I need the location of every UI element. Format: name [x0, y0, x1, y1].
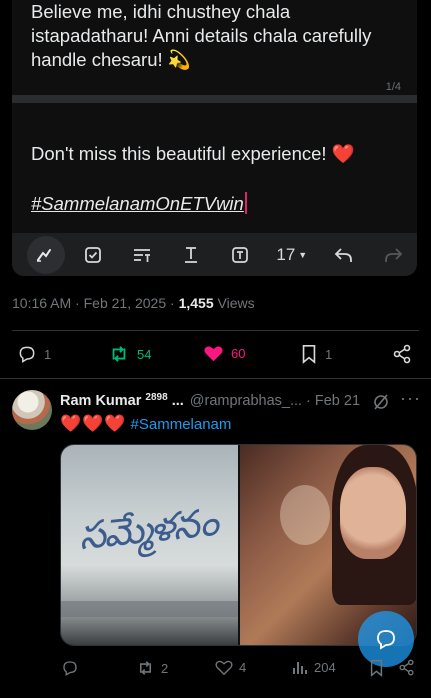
share-button[interactable] — [392, 344, 419, 364]
editor-toolbar: 17 ▼ — [12, 233, 417, 276]
repost-icon — [112, 346, 126, 362]
bookmark-count: 1 — [325, 346, 333, 362]
note-hashtag[interactable]: #SammelanamOnETVwin — [31, 192, 247, 215]
heart-filled-icon — [204, 346, 223, 362]
reply-actions: 2 4 204 — [0, 656, 431, 680]
checkbox-icon — [85, 246, 102, 263]
reply-views-count: 204 — [314, 659, 336, 675]
dot-separator: · — [306, 392, 311, 409]
reply-views-button[interactable]: 204 — [292, 659, 336, 675]
note-card: Believe me, idhi chusthey chala istapada… — [12, 0, 417, 276]
font-size-select[interactable]: 17 ▼ — [264, 245, 319, 265]
views-count: 1,455 — [178, 295, 214, 311]
note-paragraph-1[interactable]: Believe me, idhi chusthey chala istapada… — [31, 0, 406, 72]
reply-handle[interactable]: @ramprabhas_... — [190, 393, 302, 409]
reply-header: Ram Kumar 2898 ... @ramprabhas_... · Feb… — [60, 392, 360, 409]
author-superscript: 2898 — [145, 392, 168, 403]
pen-icon — [37, 248, 52, 262]
share-icon — [399, 659, 414, 676]
repost-count: 54 — [137, 346, 152, 362]
text-box-icon — [232, 246, 248, 263]
page-divider — [12, 95, 417, 103]
post-time: 10:16 AM — [12, 295, 72, 311]
undo-button[interactable] — [319, 233, 368, 276]
analytics-icon — [293, 662, 307, 674]
light-blur — [280, 485, 330, 545]
reply-author-name[interactable]: Ram Kumar 2898 ... — [60, 392, 184, 409]
undo-icon — [334, 247, 352, 262]
bookmark-button[interactable]: 1 — [300, 344, 332, 364]
text-cursor — [244, 192, 247, 214]
repost-button[interactable]: 54 — [108, 344, 151, 364]
note-hashtag-text: #SammelanamOnETVwin — [31, 193, 244, 214]
chevron-down-icon: ▼ — [298, 249, 308, 260]
reply-repost-count: 2 — [161, 660, 169, 676]
hearts-emoji: ❤️❤️❤️ — [60, 414, 127, 433]
skyline — [61, 601, 238, 617]
like-button[interactable]: 60 — [203, 344, 245, 363]
bookmark-icon — [302, 345, 316, 364]
reply-icon — [63, 661, 77, 676]
heart-icon — [215, 660, 233, 676]
reply-like-button[interactable]: 4 — [215, 659, 246, 676]
post-actions: 1 54 60 1 — [0, 340, 431, 368]
post-meta: 10:16 AM · Feb 21, 2025 · 1,455 Views — [12, 295, 255, 311]
reply-body: ❤️❤️❤️ #Sammelanam — [60, 414, 231, 434]
reply-icon — [19, 346, 35, 363]
logo-text: సమ్మేళనం — [76, 499, 219, 559]
grok-icon[interactable] — [372, 393, 390, 411]
reply-like-count: 4 — [239, 660, 247, 675]
underline-text-icon — [185, 246, 198, 263]
page-indicator: 1/4 — [385, 81, 401, 93]
media-image-logo[interactable]: సమ్మేళనం — [61, 445, 238, 645]
pen-tool-button[interactable] — [20, 233, 69, 276]
reply-reply-button[interactable] — [61, 659, 85, 677]
note-paragraph-2-text: Don't miss this beautiful experience! — [31, 143, 327, 164]
bookmark-icon — [370, 659, 383, 677]
reply-repost-button[interactable]: 2 — [136, 659, 168, 677]
reply-count: 1 — [44, 346, 52, 362]
chat-bubble-icon — [377, 630, 395, 650]
post-date: Feb 21, 2025 — [83, 295, 167, 311]
repost-icon — [139, 661, 152, 675]
avatar[interactable] — [12, 390, 52, 430]
more-options-icon[interactable]: ··· — [400, 388, 421, 409]
media-attachment[interactable]: సమ్మేళనం — [60, 444, 417, 646]
reply-date[interactable]: Feb 21 — [315, 393, 360, 409]
reply-button[interactable]: 1 — [17, 344, 51, 364]
divider — [0, 378, 431, 379]
text-format-icon — [134, 248, 151, 262]
font-size-value: 17 — [276, 244, 296, 264]
portrait-face — [340, 467, 406, 559]
share-icon — [393, 344, 411, 364]
reply-bookmark-button[interactable] — [369, 659, 390, 677]
heart-emoji: ❤️ — [331, 143, 355, 164]
reply-share-button[interactable] — [398, 659, 421, 676]
text-box-button[interactable] — [216, 233, 265, 276]
divider — [12, 330, 419, 331]
redo-button[interactable] — [368, 233, 417, 276]
text-format-button[interactable] — [118, 233, 167, 276]
views-label: Views — [217, 295, 255, 311]
redo-icon — [384, 247, 402, 262]
like-count: 60 — [231, 346, 246, 361]
note-paragraph-2[interactable]: Don't miss this beautiful experience! ❤️ — [31, 142, 406, 166]
checklist-button[interactable] — [69, 233, 118, 276]
reply-hashtag[interactable]: #Sammelanam — [131, 416, 232, 433]
underline-button[interactable] — [167, 233, 216, 276]
